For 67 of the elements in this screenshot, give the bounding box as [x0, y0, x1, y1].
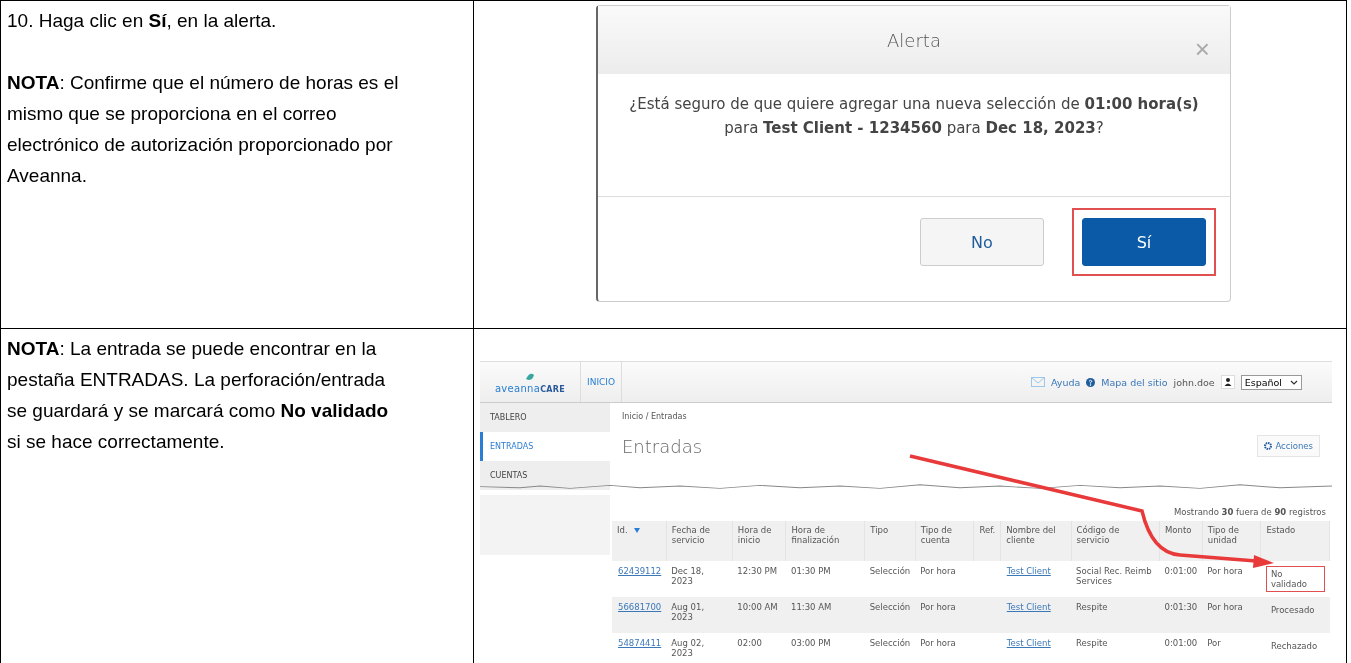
table-cell: 02:00	[737, 638, 762, 648]
table-link[interactable]: Test Client	[1006, 566, 1051, 576]
table-cell: 12:30 PM	[737, 566, 777, 576]
instruction-text: 10. Haga clic en Sí, en la alerta.	[7, 9, 278, 33]
table-cell: Por	[1207, 638, 1221, 648]
help-icon	[1086, 377, 1096, 387]
language-dropdown[interactable]: Español	[1240, 374, 1302, 390]
sidebar-item[interactable]: ENTRADAS	[480, 432, 610, 461]
dialog-message: ¿Está seguro de que quiere agregar una nueva selección de 01:00 hora(s) para Test Client - 1234560 para Dec 18, 2023?	[628, 94, 1200, 139]
table-link[interactable]: Test Client	[1006, 638, 1051, 648]
instruction-text: NOTA: Confirme que el número de horas es el mismo que se proporciona en el correo electrónico de autorización proporcionado por Aveanna.	[7, 71, 400, 188]
table-cell: Selección	[869, 566, 911, 576]
table-cell: Aug 01, 2023	[671, 602, 705, 622]
table-cell: 0:01:00	[1164, 566, 1198, 576]
column-header[interactable]: Nombre del cliente	[1000, 521, 1072, 561]
table-cell: 0:01:00	[1164, 638, 1198, 648]
table-cell: 03:00 PM	[790, 638, 831, 648]
instruction-text: NOTA: La entrada se puede encontrar en la pestaña ENTRADAS. La perforación/entrada se guardará y se marcará como No validado si se hace correctamente.	[7, 337, 390, 454]
logo-text: aveannaCARE	[494, 382, 566, 394]
record-count: Mostrando 30 fuera de 90 registros	[1173, 507, 1326, 517]
table-cell: Por hora	[920, 566, 956, 576]
column-header[interactable]: Tipo	[864, 521, 916, 561]
sort-icon	[633, 528, 640, 533]
column-header[interactable]: Código de servicio	[1071, 521, 1160, 561]
column-header[interactable]: Estado	[1260, 521, 1330, 561]
table-cell: Selección	[869, 638, 911, 648]
header-link[interactable]: Ayuda	[1050, 376, 1081, 388]
table-cell: Selección	[869, 602, 911, 612]
nav-tab[interactable]: INICIO	[581, 362, 623, 402]
table-cell: 10:00 AM	[737, 602, 778, 612]
table-cell: Por hora	[1207, 566, 1243, 576]
table-cell: Respite	[1076, 638, 1108, 648]
actions-button[interactable]: Acciones	[1257, 435, 1320, 457]
dialog-title: Alerta	[887, 29, 941, 51]
sidebar-item[interactable]: CUENTAS	[480, 461, 610, 490]
table-cell: 01:30 PM	[790, 566, 831, 576]
user-name: john.doe	[1173, 376, 1215, 388]
status-text: Procesado	[1269, 604, 1316, 617]
cancel-button[interactable]: No	[920, 218, 1044, 266]
table-cell: 11:30 AM	[790, 602, 832, 612]
column-header[interactable]: Hora de inicio	[732, 521, 786, 561]
gear-icon	[1264, 442, 1273, 450]
chevron-down-icon	[1290, 379, 1298, 385]
page-title: Entradas	[622, 435, 703, 457]
table-cell: Por hora	[920, 638, 956, 648]
table-link[interactable]: Test Client	[1006, 602, 1051, 612]
sidebar-item[interactable]: TABLERO	[480, 403, 610, 432]
header-link[interactable]: Mapa del sitio	[1101, 376, 1168, 388]
status-text: No validado	[1265, 566, 1325, 592]
table-cell: Respite	[1076, 602, 1108, 612]
table-cell: Por hora	[920, 602, 956, 612]
status-text: Rechazado	[1269, 640, 1319, 653]
column-header[interactable]: Hora de finalización	[785, 521, 865, 561]
table-cell: Dec 18, 2023	[671, 566, 704, 586]
breadcrumb: Inicio / Entradas	[622, 412, 687, 421]
column-header[interactable]: Ref.	[973, 521, 1001, 561]
table-cell: 0:01:30	[1164, 602, 1198, 612]
table-link[interactable]: 54874411	[618, 638, 662, 648]
user-icon[interactable]	[1220, 375, 1235, 389]
table-link[interactable]: 62439112	[618, 566, 662, 576]
table-cell: Aug 02, 2023	[671, 638, 705, 658]
column-header[interactable]: Tipo de cuenta	[915, 521, 974, 561]
column-header[interactable]: Id.	[612, 521, 667, 561]
table-cell: Social Rec. Reimb Services	[1076, 566, 1152, 586]
table-cell: Por hora	[1207, 602, 1243, 612]
confirm-button[interactable]: Sí	[1082, 218, 1206, 266]
column-header[interactable]: Fecha de servicio	[666, 521, 733, 561]
